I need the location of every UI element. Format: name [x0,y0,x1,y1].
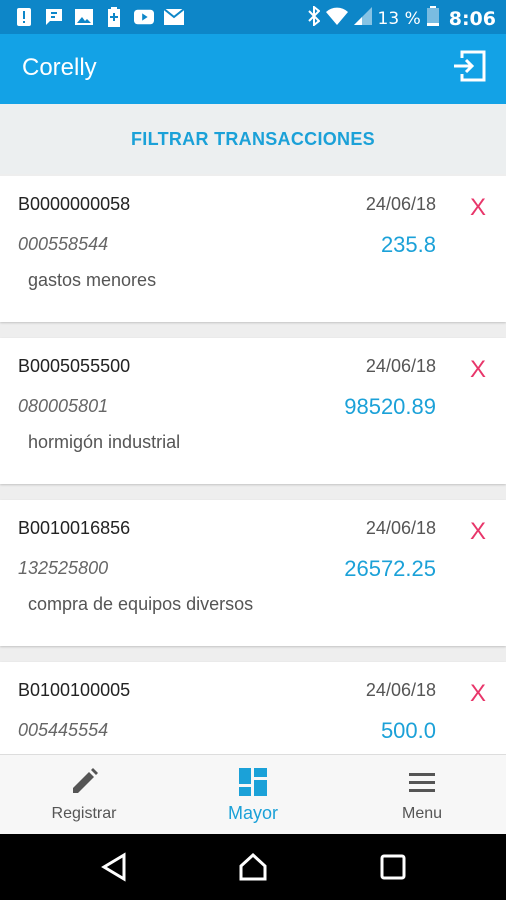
transaction-amount: 98520.89 [344,394,436,419]
delete-button[interactable]: X [470,356,486,384]
transaction-reference: 132525800 [18,558,109,578]
delete-button[interactable]: X [470,194,486,222]
transaction-date: 24/06/18 [365,194,436,214]
system-status: 13 % 8:06 [307,4,496,31]
pencil-icon [69,767,99,797]
transaction-card[interactable]: B0005055500 24/06/18 X 080005801 98520.8… [0,338,506,484]
system-navigation-bar [0,834,506,900]
logout-icon[interactable] [452,48,488,84]
transaction-code: B0010016856 [18,518,131,538]
bottom-navigation: Registrar Mayor Menu [0,754,506,835]
battery-percent: 13 % [377,8,421,29]
signal-icon [353,7,372,30]
transaction-code: B0100100005 [18,680,131,700]
dashboard-icon [238,767,268,797]
battery-saver-icon [104,7,124,27]
transaction-code: B0005055500 [18,356,131,376]
filter-transactions-button[interactable]: FILTRAR TRANSACCIONES [131,129,375,150]
battery-icon [426,6,439,31]
alert-icon [14,7,34,27]
nav-label: Menu [401,805,443,822]
nav-item-menu[interactable]: Menu [338,755,506,835]
transaction-list[interactable]: B0000000058 24/06/18 X 000558544 235.8 g… [0,176,506,754]
transaction-amount: 235.8 [380,232,436,257]
filter-bar: FILTRAR TRANSACCIONES [0,104,506,174]
transaction-description: compra de equipos diversos [28,594,254,614]
delete-button[interactable]: X [470,680,486,708]
transaction-date: 24/06/18 [365,356,436,376]
recents-icon[interactable] [378,852,408,882]
message-icon [44,7,64,27]
transaction-amount: 500.0 [380,718,436,743]
notification-icons [14,7,184,27]
transaction-amount: 26572.25 [344,556,436,581]
image-icon [74,7,94,27]
transaction-card[interactable]: B0010016856 24/06/18 X 132525800 26572.2… [0,500,506,646]
nav-label: Mayor [227,803,278,823]
transaction-reference: 005445554 [18,720,109,740]
clock: 8:06 [448,7,496,30]
transaction-reference: 080005801 [18,396,109,416]
nav-item-mayor[interactable]: Mayor [169,755,337,835]
gmail-icon [164,7,184,27]
home-icon[interactable] [238,852,268,882]
app-title: Corelly [22,54,97,81]
delete-button[interactable]: X [470,518,486,546]
transaction-date: 24/06/18 [365,680,436,700]
hamburger-icon [407,767,437,797]
status-bar: 13 % 8:06 [0,0,506,34]
transaction-card[interactable]: B0100100005 24/06/18 X 005445554 500.0 [0,662,506,754]
transaction-description: gastos menores [28,270,157,290]
transaction-reference: 000558544 [18,234,109,254]
transaction-code: B0000000058 [18,194,131,214]
back-icon[interactable] [100,852,130,882]
transaction-card[interactable]: B0000000058 24/06/18 X 000558544 235.8 g… [0,176,506,322]
transaction-description: hormigón industrial [28,432,181,452]
youtube-icon [134,7,154,27]
nav-item-registrar[interactable]: Registrar [0,755,168,835]
app-bar: Corelly [0,34,506,104]
transaction-date: 24/06/18 [365,518,436,538]
wifi-icon [325,7,348,30]
nav-label: Registrar [51,805,117,822]
bluetooth-icon [307,4,321,31]
